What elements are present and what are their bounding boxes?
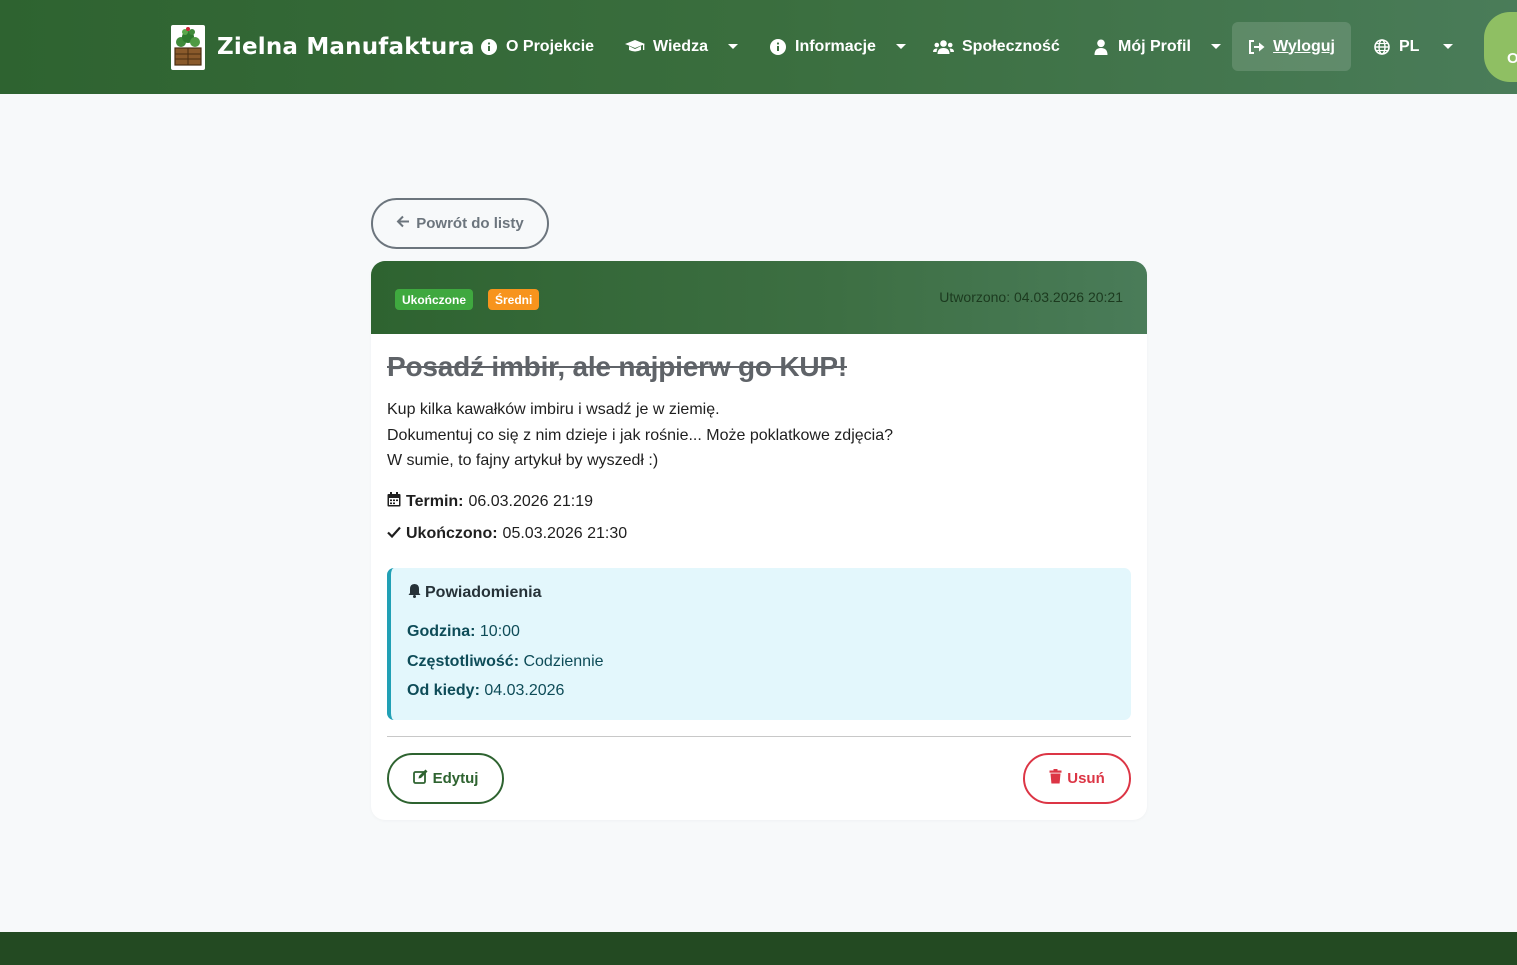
since-value: 04.03.2026 (484, 682, 565, 699)
completed-value: 05.03.2026 21:30 (502, 525, 628, 542)
hour-value: 10:00 (479, 623, 520, 640)
nav-informacje[interactable]: Informacje (769, 22, 906, 71)
nav-label: PL (1399, 37, 1420, 55)
notification-since-row: Od kiedy: 04.03.2026 (407, 682, 564, 700)
sign-out-icon (1248, 38, 1265, 56)
nav-label: O Projekcie (506, 37, 595, 55)
description-line: W sumie, to fajny artykuł by wyszedł :) (387, 452, 659, 469)
card-header: Ukończone Średni Utworzono: 04.03.2026 2… (371, 261, 1147, 334)
extra-pill-label: O (1507, 50, 1517, 67)
brand-link[interactable]: Zielna Manufaktura (171, 24, 475, 70)
nav-wyloguj[interactable]: Wyloguj (1232, 22, 1351, 71)
completed-row: Ukończono: 05.03.2026 21:30 (387, 525, 627, 543)
edit-icon (412, 769, 428, 788)
delete-button-label: Usuń (1067, 770, 1105, 787)
check-icon (387, 525, 401, 543)
frequency-value: Codziennie (523, 653, 604, 670)
back-to-list-button[interactable]: Powrót do listy (371, 198, 549, 249)
notification-frequency-row: Częstotliwość: Codziennie (407, 653, 604, 671)
arrow-left-icon (396, 215, 410, 232)
frequency-label: Częstotliwość: (407, 653, 520, 670)
extra-action-pill[interactable]: O (1484, 12, 1517, 82)
page-footer (0, 932, 1517, 965)
description-line: Kup kilka kawałków imbiru i wsadź je w z… (387, 401, 720, 418)
chevron-down-icon (895, 44, 906, 49)
notification-hour-row: Godzina: 10:00 (407, 623, 520, 641)
deadline-value: 06.03.2026 21:19 (468, 493, 594, 510)
notifications-title-row: Powiadomienia (408, 583, 541, 603)
globe-icon (1373, 38, 1391, 56)
herb-crate-icon (171, 24, 205, 70)
task-description: Kup kilka kawałków imbiru i wsadź je w z… (387, 397, 1127, 474)
nav-label: Informacje (795, 37, 876, 55)
divider (387, 736, 1131, 737)
since-label: Od kiedy: (407, 682, 480, 699)
priority-badge: Średni (488, 289, 540, 310)
deadline-row: Termin: 06.03.2026 21:19 (387, 492, 593, 512)
hour-label: Godzina: (407, 623, 476, 640)
chevron-down-icon (1443, 44, 1454, 49)
nav-label: Społeczność (962, 37, 1060, 55)
edit-button[interactable]: Edytuj (387, 753, 504, 804)
nav-o-projekcie[interactable]: O Projekcie (480, 22, 594, 71)
nav-label: Wiedza (653, 37, 708, 55)
chevron-down-icon (1210, 44, 1221, 49)
user-icon (1092, 38, 1110, 56)
graduation-cap-icon (625, 38, 645, 56)
deadline-label: Termin: (406, 493, 464, 510)
chevron-down-icon (727, 44, 738, 49)
brand-name: Zielna Manufaktura (217, 34, 475, 60)
delete-button[interactable]: Usuń (1023, 753, 1131, 804)
nav-label: Mój Profil (1118, 37, 1191, 55)
nav-moj-profil[interactable]: Mój Profil (1092, 22, 1221, 71)
nav-label: Wyloguj (1273, 37, 1335, 55)
description-line: Dokumentuj co się z nim dzieje i jak roś… (387, 426, 894, 444)
nav-spolecznosc[interactable]: Społeczność (933, 22, 1060, 71)
back-button-label: Powrót do listy (416, 215, 524, 232)
created-date: Utworzono: 04.03.2026 20:21 (939, 289, 1123, 305)
edit-button-label: Edytuj (432, 770, 479, 787)
users-icon (933, 38, 954, 56)
task-title: Posadź imbir, ale najpierw go KUP! (387, 351, 847, 382)
task-detail-card: Ukończone Średni Utworzono: 04.03.2026 2… (371, 261, 1147, 820)
bell-icon (408, 583, 421, 603)
nav-language[interactable]: PL (1373, 22, 1454, 71)
notifications-title: Powiadomienia (425, 584, 542, 601)
info-circle-icon (769, 38, 787, 56)
nav-wiedza[interactable]: Wiedza (625, 22, 738, 71)
status-badge: Ukończone (395, 289, 474, 310)
trash-icon (1049, 769, 1062, 788)
top-navbar: Zielna Manufaktura O Projekcie Wiedza In… (0, 0, 1517, 94)
completed-label: Ukończono: (406, 525, 498, 542)
info-circle-icon (480, 38, 498, 56)
calendar-icon (387, 492, 401, 512)
notifications-panel: Powiadomienia Godzina: 10:00 Częstotliwo… (387, 568, 1131, 720)
